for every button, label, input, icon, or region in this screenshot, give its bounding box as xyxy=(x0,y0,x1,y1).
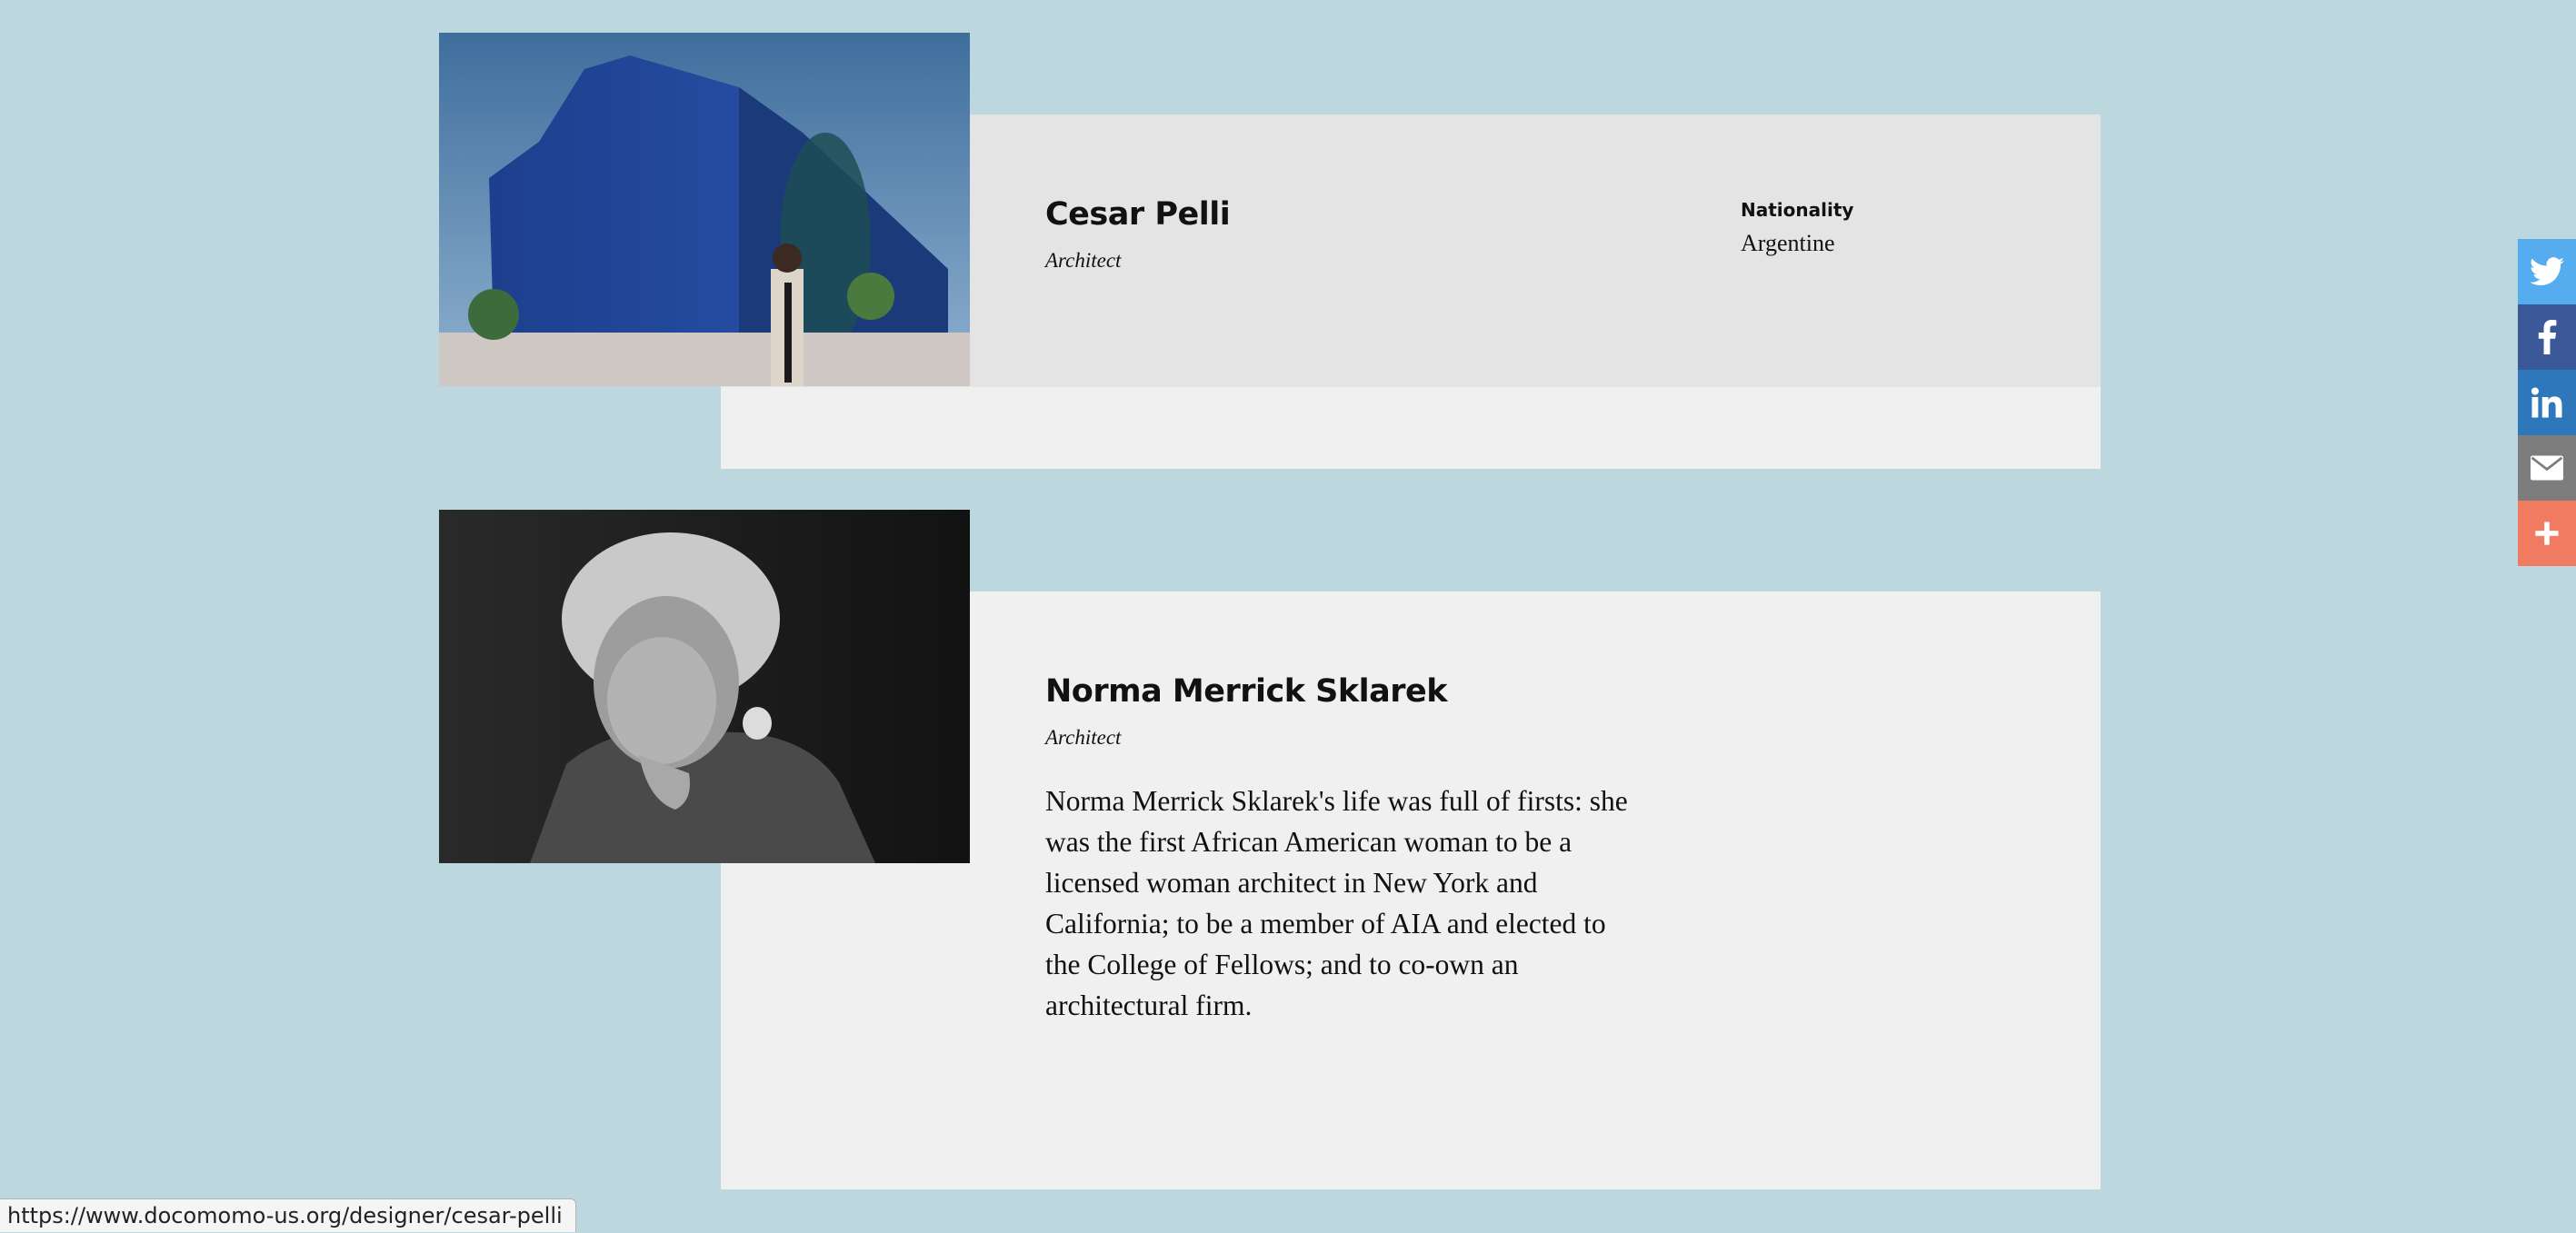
twitter-icon xyxy=(2530,257,2564,286)
facebook-share-button[interactable] xyxy=(2518,304,2576,370)
plus-icon xyxy=(2535,522,2559,545)
status-bar-url: https://www.docomomo-us.org/designer/ces… xyxy=(0,1198,576,1232)
more-share-button[interactable] xyxy=(2518,501,2576,566)
designer-role: Architect xyxy=(1045,249,1122,272)
facebook-icon xyxy=(2538,320,2557,354)
share-bar xyxy=(2518,239,2576,566)
email-share-button[interactable] xyxy=(2518,435,2576,501)
email-icon xyxy=(2531,455,2563,481)
designer-photo-cesar-pelli[interactable] xyxy=(439,33,970,386)
nationality-value: Argentine xyxy=(1741,230,1835,256)
designer-bio: Norma Merrick Sklarek's life was full of… xyxy=(1045,785,1628,1021)
designer-role: Architect xyxy=(1045,726,1122,749)
nationality-label: Nationality xyxy=(1741,199,1854,221)
twitter-share-button[interactable] xyxy=(2518,239,2576,304)
linkedin-icon xyxy=(2531,387,2562,418)
linkedin-share-button[interactable] xyxy=(2518,370,2576,435)
designer-name[interactable]: Norma Merrick Sklarek xyxy=(1045,673,1448,710)
designer-name[interactable]: Cesar Pelli xyxy=(1045,196,1231,233)
designer-photo-norma-merrick-sklarek[interactable] xyxy=(439,510,970,863)
